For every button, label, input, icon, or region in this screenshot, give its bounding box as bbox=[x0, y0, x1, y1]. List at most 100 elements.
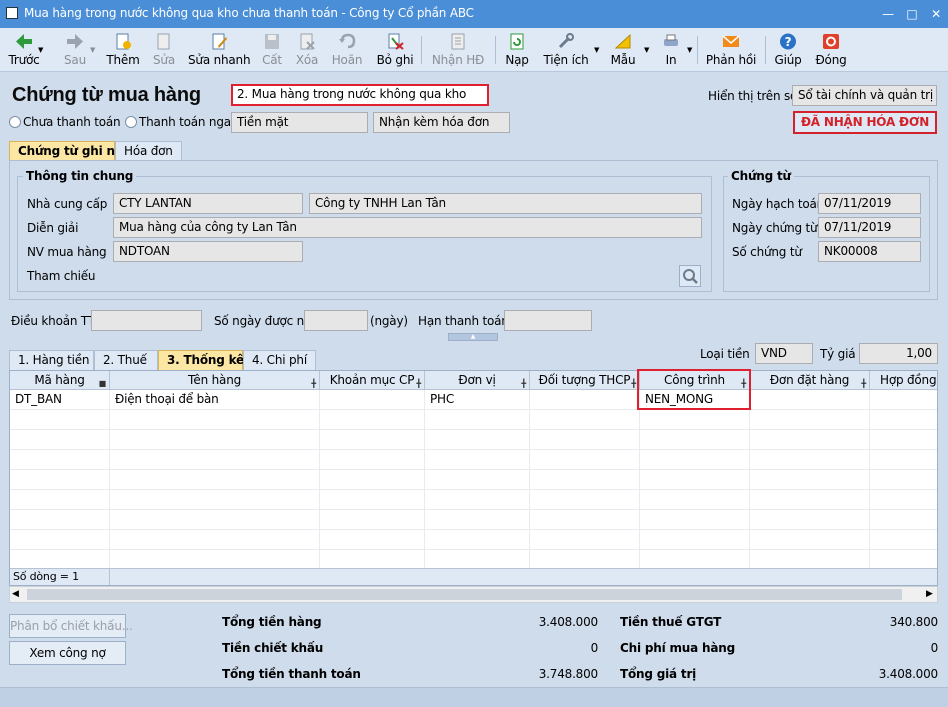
purchase-cost-label: Chi phí mua hàng bbox=[620, 641, 735, 655]
minimize-button[interactable]: — bbox=[877, 4, 899, 24]
prev-button[interactable]: ▼ Trước bbox=[4, 30, 44, 70]
delete-button[interactable]: Xóa bbox=[292, 30, 322, 70]
tab-statistics[interactable]: 3. Thống kê bbox=[158, 350, 244, 370]
utilities-button[interactable]: ▼ Tiện ích bbox=[542, 30, 599, 70]
app-icon bbox=[6, 7, 18, 19]
arrow-left-icon bbox=[16, 34, 32, 49]
payment-method-select[interactable]: Tiền mặt bbox=[231, 112, 368, 133]
radio-paid[interactable] bbox=[125, 116, 137, 128]
discount-label: Tiền chiết khấu bbox=[222, 641, 324, 655]
currency-select[interactable]: VND bbox=[755, 343, 813, 364]
terms-label: Điều khoản TT bbox=[11, 314, 95, 328]
quick-edit-button[interactable]: Sửa nhanh bbox=[188, 30, 251, 70]
undo-icon bbox=[339, 33, 356, 49]
tab-expenses[interactable]: 4. Chi phí bbox=[243, 350, 316, 370]
total-value-value: 3.408.000 bbox=[878, 667, 938, 681]
total-goods-label: Tổng tiền hàng bbox=[222, 615, 322, 629]
supplier-name-field[interactable]: Công ty TNHH Lan Tân bbox=[309, 193, 702, 214]
buyer-label: NV mua hàng bbox=[27, 245, 107, 259]
defer-button[interactable]: Hoãn bbox=[328, 30, 366, 70]
voucher-group-title: Chứng từ bbox=[728, 169, 794, 183]
display-select[interactable]: Sổ tài chính và quản trị bbox=[792, 85, 937, 106]
template-button[interactable]: ▼ Mẫu bbox=[606, 30, 649, 70]
display-label: Hiển thị trên sổ bbox=[708, 89, 798, 103]
radio-paid-label: Thanh toán ngay bbox=[139, 115, 238, 129]
total-payment-value: 3.748.800 bbox=[538, 667, 598, 681]
unpost-icon bbox=[388, 33, 404, 50]
cell-unit[interactable]: PHC bbox=[430, 392, 454, 406]
edit-button[interactable]: Sửa bbox=[150, 30, 178, 70]
tab-invoice[interactable]: Hóa đơn bbox=[115, 141, 182, 161]
add-doc-icon bbox=[116, 33, 131, 50]
days-label: Số ngày được nợ bbox=[214, 314, 312, 328]
due-date-field[interactable] bbox=[504, 310, 592, 331]
grid-footer: Số dòng = 1 bbox=[10, 568, 937, 585]
cell-item-code[interactable]: DT_BAN bbox=[15, 392, 62, 406]
doc-date-field[interactable]: 07/11/2019 bbox=[818, 217, 921, 238]
col-header-unit[interactable]: Đơn vị ╋ bbox=[425, 371, 530, 390]
days-field[interactable] bbox=[304, 310, 368, 331]
col-header-order[interactable]: Đơn đặt hàng ╋ bbox=[750, 371, 870, 390]
col-header-cost-item[interactable]: Khoản mục CP ╋ bbox=[320, 371, 425, 390]
next-button[interactable]: ▼ Sau bbox=[56, 30, 95, 70]
close-window-button[interactable]: ✕ bbox=[925, 4, 947, 24]
scroll-left-icon[interactable]: ◀ bbox=[12, 589, 19, 599]
rate-label: Tỷ giá bbox=[820, 347, 856, 361]
close-button[interactable]: Đóng bbox=[814, 30, 848, 70]
edit-icon bbox=[157, 33, 170, 50]
save-button[interactable]: Cất bbox=[258, 30, 286, 70]
invoice-option-select[interactable]: Nhận kèm hóa đơn bbox=[373, 112, 510, 133]
arrow-right-icon bbox=[67, 34, 83, 49]
terms-field[interactable] bbox=[91, 310, 202, 331]
scroll-right-icon[interactable]: ▶ bbox=[926, 589, 933, 599]
reference-label: Tham chiếu bbox=[27, 269, 96, 283]
reload-button[interactable]: Nạp bbox=[502, 30, 532, 70]
detail-grid: Mã hàng ■ Tên hàng ╋ Khoản mục CP ╋ Đơn vị ╋… bbox=[9, 370, 938, 586]
purchase-type-select[interactable]: 2. Mua hàng trong nước không qua kho bbox=[231, 84, 489, 106]
view-debt-button[interactable]: Xem công nợ bbox=[9, 641, 126, 665]
vat-value: 340.800 bbox=[889, 615, 938, 629]
supplier-code-field[interactable]: CTY LANTAN bbox=[113, 193, 303, 214]
reload-icon bbox=[510, 33, 524, 50]
col-header-cost-object[interactable]: Đối tượng THCP ╋ bbox=[530, 371, 640, 390]
radio-unpaid[interactable] bbox=[9, 116, 21, 128]
col-header-item-code[interactable]: Mã hàng ■ bbox=[10, 371, 110, 390]
scroll-thumb[interactable] bbox=[27, 589, 902, 600]
col-header-contract[interactable]: Hợp đồng m bbox=[870, 371, 937, 390]
print-button[interactable]: ▼ In bbox=[656, 30, 692, 70]
help-button[interactable]: ? Giúp bbox=[772, 30, 804, 70]
collapse-handle[interactable]: ▲ bbox=[448, 333, 498, 341]
due-date-label: Hạn thanh toán bbox=[418, 314, 509, 328]
unpost-button[interactable]: Bỏ ghi bbox=[374, 30, 416, 70]
tab-tax[interactable]: 2. Thuế bbox=[94, 350, 158, 370]
maximize-button[interactable]: □ bbox=[901, 4, 923, 24]
col-header-item-name[interactable]: Tên hàng ╋ bbox=[110, 371, 320, 390]
rate-field[interactable]: 1,00 bbox=[859, 343, 938, 364]
window-title: Mua hàng trong nước không qua kho chưa t… bbox=[24, 6, 474, 20]
doc-date-label: Ngày chứng từ bbox=[732, 221, 818, 235]
description-field[interactable]: Mua hàng của công ty Lan Tân bbox=[113, 217, 702, 238]
row-count: Số dòng = 1 bbox=[10, 569, 110, 585]
horizontal-scrollbar[interactable]: ◀ ▶ bbox=[9, 586, 938, 603]
toolbar: ▼ Trước ▼ Sau Thêm Sửa Sửa nhanh Cất Xóa… bbox=[0, 28, 948, 72]
post-date-label: Ngày hạch toán bbox=[732, 197, 825, 211]
tab-goods[interactable]: 1. Hàng tiền bbox=[9, 350, 94, 370]
cell-item-name[interactable]: Điện thoại để bàn bbox=[115, 392, 219, 406]
print-icon bbox=[664, 34, 678, 46]
buyer-field[interactable]: NDTOAN bbox=[113, 241, 303, 262]
post-date-field[interactable]: 07/11/2019 bbox=[818, 193, 921, 214]
quick-edit-icon bbox=[212, 33, 227, 50]
general-info-title: Thông tin chung bbox=[23, 169, 137, 183]
doc-no-field[interactable]: NK00008 bbox=[818, 241, 921, 262]
radio-unpaid-label: Chưa thanh toán bbox=[23, 115, 121, 129]
tab-debit-voucher[interactable]: Chứng từ ghi nợ bbox=[9, 141, 123, 161]
status-bar bbox=[0, 687, 948, 707]
total-payment-label: Tổng tiền thanh toán bbox=[222, 667, 361, 681]
allocate-discount-button[interactable]: Phân bổ chiết khấu... bbox=[9, 614, 133, 638]
title-bar: Mua hàng trong nước không qua kho chưa t… bbox=[0, 0, 948, 28]
receive-invoice-button[interactable]: Nhận HĐ bbox=[428, 30, 488, 70]
reference-search-button[interactable] bbox=[679, 265, 701, 287]
feedback-button[interactable]: Phản hồi bbox=[704, 30, 758, 70]
add-button[interactable]: Thêm bbox=[105, 30, 141, 70]
project-highlight bbox=[637, 369, 751, 410]
